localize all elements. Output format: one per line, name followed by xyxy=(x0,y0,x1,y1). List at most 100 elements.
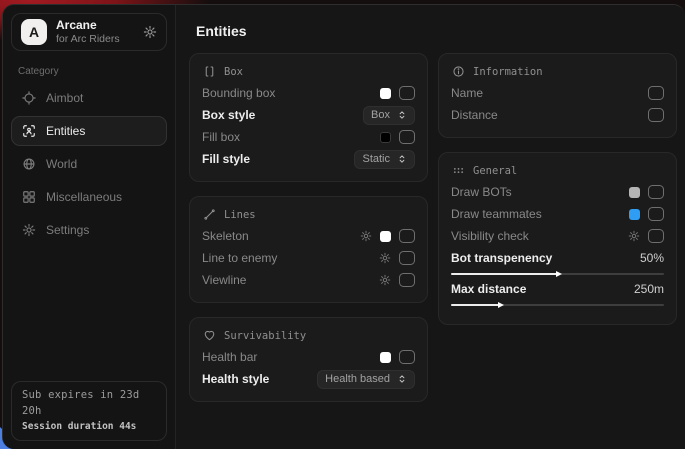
setting-row-draw-bots: Draw BOTs xyxy=(451,181,664,203)
brackets-icon xyxy=(203,65,216,78)
survivability-icon xyxy=(203,329,216,342)
setting-row-health-bar: Health bar xyxy=(202,346,415,368)
setting-label: Max distance xyxy=(451,282,526,296)
sub-expiry-text: Sub expires in 23d 20h xyxy=(22,388,156,420)
right-column: Information Name Distance xyxy=(438,53,677,325)
setting-row-visibility-check: Visibility check xyxy=(451,225,664,247)
box-style-dropdown[interactable]: Box xyxy=(363,106,415,125)
info-icon xyxy=(452,65,465,78)
viewline-checkbox[interactable] xyxy=(399,273,415,287)
brand-title: Arcane xyxy=(56,18,120,33)
sidebar-item-aimbot[interactable]: Aimbot xyxy=(11,83,167,113)
setting-row-bot-transpenency: Bot transpenency 50% xyxy=(451,251,664,275)
general-card: General Draw BOTs Draw teammates xyxy=(438,152,677,325)
health-style-dropdown[interactable]: Health based xyxy=(317,370,415,389)
setting-row-bounding-box: Bounding box xyxy=(202,82,415,104)
dropdown-value: Static xyxy=(362,153,390,165)
visibility-check-gear-icon[interactable] xyxy=(628,230,640,242)
health-bar-checkbox[interactable] xyxy=(399,350,415,364)
subscription-card: Sub expires in 23d 20h Session duration … xyxy=(11,381,167,441)
sidebar-item-label: Aimbot xyxy=(46,91,83,105)
color-swatch[interactable] xyxy=(380,132,391,143)
sidebar-item-settings[interactable]: Settings xyxy=(11,215,167,245)
setting-label: Fill style xyxy=(202,152,250,166)
sidebar-item-label: World xyxy=(46,157,77,171)
chevron-up-down-icon xyxy=(397,374,407,384)
sidebar-item-label: Entities xyxy=(46,124,85,138)
setting-label: Draw teammates xyxy=(451,207,542,221)
setting-label: Distance xyxy=(451,108,498,122)
fill-box-checkbox[interactable] xyxy=(399,130,415,144)
max-distance-slider[interactable] xyxy=(451,304,664,306)
section-title: Survivability xyxy=(224,330,306,342)
setting-label: Fill box xyxy=(202,130,240,144)
slider-thumb[interactable] xyxy=(556,271,562,277)
brand-logo-letter: A xyxy=(29,24,39,40)
setting-row-draw-teammates: Draw teammates xyxy=(451,203,664,225)
setting-row-fill-box: Fill box xyxy=(202,126,415,148)
session-duration-text: Session duration 44s xyxy=(22,420,156,434)
box-card: Box Bounding box Box style xyxy=(189,53,428,182)
chevron-up-down-icon xyxy=(397,154,407,164)
sidebar-nav: Aimbot Entities xyxy=(11,83,167,245)
lines-card: Lines Skeleton xyxy=(189,196,428,303)
color-swatch[interactable] xyxy=(380,352,391,363)
color-swatch[interactable] xyxy=(629,209,640,220)
entities-icon xyxy=(22,124,36,138)
line-icon xyxy=(203,208,216,221)
draw-teammates-checkbox[interactable] xyxy=(648,207,664,221)
setting-row-health-style: Health style Health based xyxy=(202,368,415,390)
setting-row-skeleton: Skeleton xyxy=(202,225,415,247)
viewline-gear-icon[interactable] xyxy=(379,274,391,286)
bounding-box-checkbox[interactable] xyxy=(399,86,415,100)
section-title: Information xyxy=(473,66,543,78)
dropdown-value: Box xyxy=(371,109,390,121)
sidebar: A Arcane for Arc Riders Category xyxy=(3,5,176,449)
skeleton-checkbox[interactable] xyxy=(399,229,415,243)
setting-row-line-to-enemy: Line to enemy xyxy=(202,247,415,269)
visibility-check-checkbox[interactable] xyxy=(648,229,664,243)
draw-bots-checkbox[interactable] xyxy=(648,185,664,199)
fill-style-dropdown[interactable]: Static xyxy=(354,150,415,169)
setting-row-fill-style: Fill style Static xyxy=(202,148,415,170)
brand-card: A Arcane for Arc Riders xyxy=(11,13,167,51)
crosshair-icon xyxy=(22,91,36,105)
general-icon xyxy=(452,164,465,177)
section-title: Box xyxy=(224,66,243,78)
name-checkbox[interactable] xyxy=(648,86,664,100)
distance-checkbox[interactable] xyxy=(648,108,664,122)
page-title: Entities xyxy=(196,23,677,39)
setting-label: Box style xyxy=(202,108,255,122)
line-to-enemy-checkbox[interactable] xyxy=(399,251,415,265)
setting-row-viewline: Viewline xyxy=(202,269,415,291)
setting-label: Skeleton xyxy=(202,229,249,243)
slider-thumb[interactable] xyxy=(498,302,504,308)
setting-row-name: Name xyxy=(451,82,664,104)
slider-value: 50% xyxy=(640,251,664,265)
main-panel: Entities Box xyxy=(176,5,685,449)
color-swatch[interactable] xyxy=(629,187,640,198)
brand-settings-gear-icon[interactable] xyxy=(143,25,157,39)
line-to-enemy-gear-icon[interactable] xyxy=(379,252,391,264)
screen: A Arcane for Arc Riders Category xyxy=(0,0,685,449)
setting-label: Line to enemy xyxy=(202,251,277,265)
information-card: Information Name Distance xyxy=(438,53,677,138)
bot-transpenency-slider[interactable] xyxy=(451,273,664,275)
dropdown-value: Health based xyxy=(325,373,390,385)
setting-row-distance: Distance xyxy=(451,104,664,126)
color-swatch[interactable] xyxy=(380,231,391,242)
sidebar-item-miscellaneous[interactable]: Miscellaneous xyxy=(11,182,167,212)
sidebar-item-entities[interactable]: Entities xyxy=(11,116,167,146)
left-column: Box Bounding box Box style xyxy=(189,53,428,402)
setting-label: Bot transpenency xyxy=(451,251,552,265)
setting-label: Bounding box xyxy=(202,86,275,100)
sidebar-item-label: Settings xyxy=(46,223,89,237)
brand-subtitle: for Arc Riders xyxy=(56,33,120,46)
gear-icon xyxy=(22,223,36,237)
slider-value: 250m xyxy=(634,282,664,296)
brand-logo: A xyxy=(21,19,47,45)
category-label: Category xyxy=(18,66,160,77)
color-swatch[interactable] xyxy=(380,88,391,99)
sidebar-item-world[interactable]: World xyxy=(11,149,167,179)
skeleton-gear-icon[interactable] xyxy=(360,230,372,242)
